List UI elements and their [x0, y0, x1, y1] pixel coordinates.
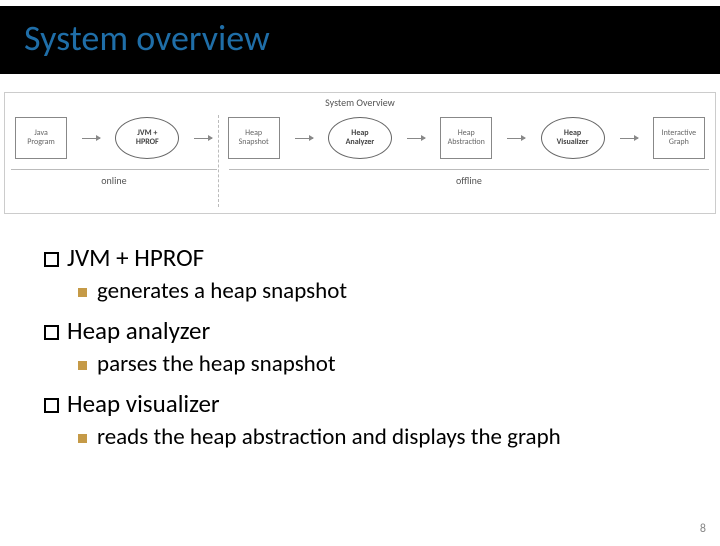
node-heap-snapshot: HeapSnapshot	[228, 117, 280, 159]
filled-square-bullet-icon	[78, 434, 87, 443]
node-jvm-hprof: JVM +HPROF	[115, 117, 179, 159]
slide-title: System overview	[24, 16, 696, 60]
phase-online: online	[11, 169, 217, 187]
arrow-icon	[507, 138, 525, 139]
arrow-icon	[194, 138, 212, 139]
phase-labels: online offline	[5, 169, 715, 187]
bullet-heap-visualizer: Heap visualizer	[44, 388, 690, 419]
subbullet-heap-visualizer: reads the heap abstraction and displays …	[78, 423, 690, 451]
system-overview-diagram: System Overview JavaProgram JVM +HPROF H…	[4, 92, 716, 214]
phase-offline: offline	[229, 169, 709, 187]
arrow-icon	[295, 138, 313, 139]
page-number: 8	[700, 522, 706, 536]
node-heap-visualizer: HeapVisualizer	[541, 117, 605, 159]
bullet-title: Heap visualizer	[67, 388, 220, 419]
square-bullet-icon	[44, 398, 59, 413]
node-java-program: JavaProgram	[15, 117, 67, 159]
filled-square-bullet-icon	[78, 361, 87, 370]
subbullet-text: parses the heap snapshot	[97, 350, 336, 378]
node-heap-abstraction: HeapAbstraction	[440, 117, 492, 159]
arrow-icon	[620, 138, 638, 139]
bullet-heap-analyzer: Heap analyzer	[44, 315, 690, 346]
subbullet-text: generates a heap snapshot	[97, 277, 347, 305]
arrow-icon	[407, 138, 425, 139]
title-band: System overview	[0, 6, 720, 74]
bullet-jvm-hprof: JVM + HPROF	[44, 242, 690, 273]
subbullet-heap-analyzer: parses the heap snapshot	[78, 350, 690, 378]
diagram-title: System Overview	[5, 93, 715, 109]
square-bullet-icon	[44, 252, 59, 267]
square-bullet-icon	[44, 325, 59, 340]
bullet-title: Heap analyzer	[67, 315, 210, 346]
bullet-title: JVM + HPROF	[67, 242, 204, 273]
arrow-icon	[82, 138, 100, 139]
subbullet-jvm-hprof: generates a heap snapshot	[78, 277, 690, 305]
phase-divider	[218, 115, 219, 207]
subbullet-text: reads the heap abstraction and displays …	[97, 423, 561, 451]
diagram-flow: JavaProgram JVM +HPROF HeapSnapshot Heap…	[5, 109, 715, 159]
filled-square-bullet-icon	[78, 288, 87, 297]
node-heap-analyzer: HeapAnalyzer	[328, 117, 392, 159]
bullet-content: JVM + HPROF generates a heap snapshot He…	[0, 214, 720, 451]
node-interactive-graph: InteractiveGraph	[653, 117, 705, 159]
